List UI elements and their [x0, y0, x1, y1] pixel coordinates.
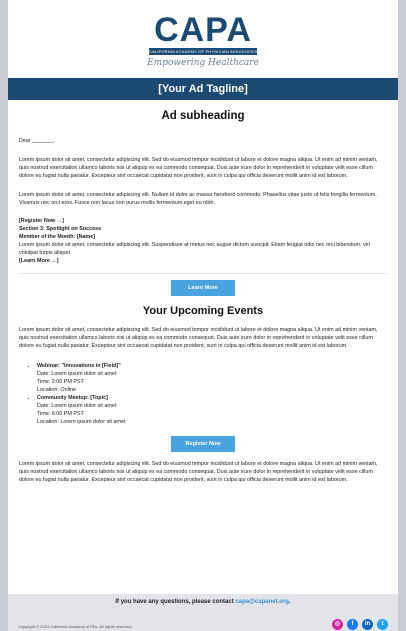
event-location: Location: Lorem ipsum dolor sit amet — [37, 419, 126, 425]
learn-more-button[interactable]: Learn More — [171, 280, 235, 296]
twitter-icon[interactable]: t — [377, 619, 388, 630]
facebook-icon[interactable]: f — [347, 619, 358, 630]
outro-paragraph: Lorem ipsum dolor sit amet, consectetur … — [19, 461, 378, 483]
logo-subtitle-bar: CALIFORNIA ACADEMY OF PHYSICIAN ASSOCIAT… — [149, 48, 257, 55]
events-heading: Your Upcoming Events — [142, 305, 264, 317]
member-text: Lorem ipsum dolor sit amet, consectetur … — [19, 242, 370, 256]
event-location: Location: Online — [37, 387, 76, 393]
copyright: Copyright © 2024 California Academy of P… — [18, 624, 133, 629]
greeting: Dear _______, — [19, 138, 55, 144]
learn-more-link[interactable]: [Learn More →] — [19, 257, 387, 265]
linkedin-icon[interactable]: in — [362, 619, 373, 630]
events-content: Lorem ipsum dolor sit amet, consectetur … — [8, 326, 398, 426]
event-title: Community Meetup: [Topic] — [37, 395, 108, 401]
ad-tagline-bar: [Your Ad Tagline] — [8, 78, 398, 100]
learn-more-button-wrap: Learn More — [8, 280, 398, 296]
social-links: ◎ f in t — [332, 619, 388, 630]
member-of-month: Member of the Month: [Name] — [19, 234, 96, 240]
outro-content: Lorem ipsum dolor sit amet, consectetur … — [8, 460, 398, 484]
ad-subheading: Ad subheading — [161, 110, 245, 122]
main-content: Dear _______, Lorem ipsum dolor sit amet… — [8, 137, 398, 265]
contact-suffix: . — [288, 599, 291, 605]
event-date: Date: Lorem ipsum dolor sit amet — [37, 371, 117, 377]
paragraph-2: Lorem ipsum dolor sit amet, consectetur … — [19, 192, 377, 206]
capa-logo: CAPA — [154, 11, 252, 49]
spotlight-section: [Register Now →] Section 3: Spotlight on… — [19, 217, 387, 265]
list-item: Webinar: "Innovations in [Field]" Date: … — [37, 362, 387, 394]
event-date: Date: Lorem ipsum dolor sit amet — [37, 403, 117, 409]
footer: If you have any questions, please contac… — [8, 594, 398, 631]
list-item: Community Meetup: [Topic] Date: Lorem ip… — [37, 394, 387, 426]
events-intro: Lorem ipsum dolor sit amet, consectetur … — [19, 327, 378, 349]
section-3-heading: Section 3: Spotlight on Success — [19, 226, 102, 232]
logo-tagline: Empowering Healthcare — [147, 58, 259, 68]
divider — [19, 273, 387, 274]
contact-prefix: If you have any questions, please contac… — [115, 599, 236, 605]
register-link[interactable]: [Register Now →] — [19, 217, 387, 225]
event-title: Webinar: "Innovations in [Field]" — [37, 363, 121, 369]
logo-header: CAPA CALIFORNIA ACADEMY OF PHYSICIAN ASS… — [8, 0, 398, 78]
register-button-wrap: Register Now — [8, 436, 398, 452]
event-time: Time: 2:00 PM PST — [37, 379, 84, 385]
events-list: Webinar: "Innovations in [Field]" Date: … — [19, 362, 387, 426]
contact-line: If you have any questions, please contac… — [8, 594, 398, 605]
instagram-icon[interactable]: ◎ — [332, 619, 343, 630]
contact-email-link[interactable]: capa@capanet.org — [235, 599, 289, 605]
email-body: CAPA CALIFORNIA ACADEMY OF PHYSICIAN ASS… — [8, 0, 398, 631]
event-time: Time: 6:00 PM PST — [37, 411, 84, 417]
paragraph-1: Lorem ipsum dolor sit amet, consectetur … — [19, 157, 378, 179]
register-now-button[interactable]: Register Now — [171, 436, 235, 452]
